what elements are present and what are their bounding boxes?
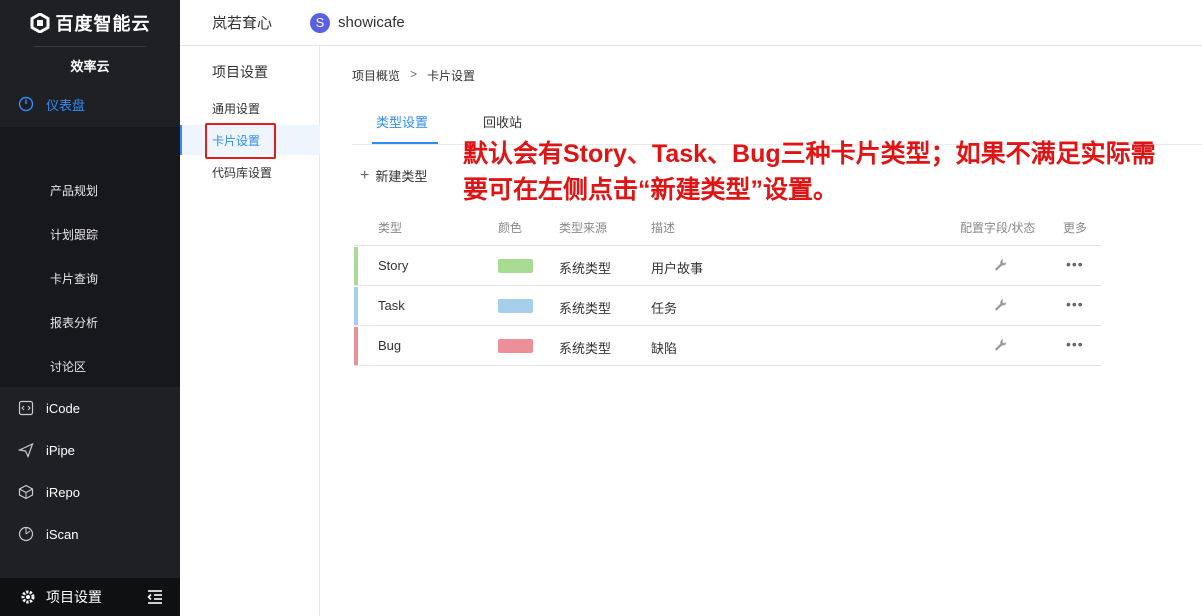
column-header-description: 描述 [651,221,676,235]
logo-text: 百度智能云 [55,14,151,34]
settings-sidebar: 项目设置 通用设置 卡片设置 代码库设置 [180,46,320,616]
nav-item-irepo[interactable]: iRepo [0,471,180,513]
dashboard-icon [18,96,34,112]
wrench-icon[interactable] [994,298,1008,312]
row-color-bar [354,287,358,325]
row-color-bar [354,247,358,285]
breadcrumb-separator: > [410,67,418,81]
wrench-icon[interactable] [994,258,1008,272]
submenu-item-report-analysis[interactable]: 报表分析 [0,300,180,344]
card-type-table: 类型 颜色 类型来源 描述 配置字段/状态 更多 Story 系统类型 用户故事… [354,206,1101,366]
settings-item-repo[interactable]: 代码库设置 [180,157,320,187]
nav-item-icode[interactable]: iCode [0,387,180,429]
table-header: 类型 颜色 类型来源 描述 配置字段/状态 更多 [354,206,1101,246]
cell-type: Story [378,258,409,273]
nav-item-ipipe[interactable]: iPipe [0,429,180,471]
box-icon [18,484,34,500]
nav-item-label: iPipe [46,442,75,458]
project-avatar: S [310,12,331,33]
settings-title: 项目设置 [212,64,268,80]
cell-description: 用户故事 [651,261,704,276]
send-icon [18,442,34,458]
wrench-icon[interactable] [994,338,1008,352]
color-swatch [498,299,533,313]
nav-footer-label: 项目设置 [46,589,102,605]
more-icon[interactable]: ••• [1066,336,1084,352]
cell-source: 系统类型 [559,261,612,276]
tab-type-settings[interactable]: 类型设置 [376,112,428,131]
submenu-item-product-planning[interactable]: 产品规划 [0,168,180,212]
column-header-config: 配置字段/状态 [960,221,1036,235]
nav-item-dashboard[interactable]: 仪表盘 [0,83,180,125]
top-header: 岚若耷心 S showicafe [180,0,1202,46]
color-swatch [498,339,533,353]
project-name[interactable]: showicafe [338,14,405,31]
plus-icon: + [360,167,370,184]
breadcrumb: 项目概览 > 卡片设置 [352,67,475,84]
gear-icon [21,590,35,604]
active-tab-indicator [372,142,438,144]
table-row[interactable]: Task 系统类型 任务 ••• [354,286,1101,326]
baidu-cloud-logo-icon [30,13,49,33]
submenu-item-plan-tracking[interactable]: 计划跟踪 [0,212,180,256]
new-type-button[interactable]: + 新建类型 [360,166,427,185]
column-header-type: 类型 [378,221,403,235]
cell-type: Bug [378,338,402,353]
cell-description: 任务 [651,301,678,316]
table-row[interactable]: Bug 系统类型 缺陷 ••• [354,326,1101,366]
cell-type: Task [378,298,405,313]
new-type-label: 新建类型 [375,169,428,184]
settings-item-card[interactable]: 卡片设置 [180,125,320,155]
more-icon[interactable]: ••• [1066,256,1084,272]
collapse-menu-icon[interactable] [146,589,164,605]
nav-item-label: iCode [46,400,80,416]
nav-item-label: 仪表盘 [46,97,86,113]
main-nav: 百度智能云 效率云 仪表盘 iCafe 产品规划 计划跟踪 卡片查询 报表分析 … [0,0,180,616]
row-color-bar [354,327,358,365]
nav-item-iscan[interactable]: iScan [0,513,180,555]
more-icon[interactable]: ••• [1066,296,1084,312]
scan-icon [18,526,34,542]
column-header-more: 更多 [1063,221,1088,235]
cell-source: 系统类型 [559,341,612,356]
nav-item-label: iRepo [46,484,80,500]
submenu-item-card-query[interactable]: 卡片查询 [0,256,180,300]
nav-item-label: iScan [46,526,79,542]
settings-item-general[interactable]: 通用设置 [180,93,320,123]
tab-recycle-bin[interactable]: 回收站 [483,112,522,131]
nav-footer-project-settings[interactable]: 项目设置 [0,578,180,616]
breadcrumb-current: 卡片设置 [427,69,476,83]
product-name: 效率云 [70,58,110,74]
cell-source: 系统类型 [559,301,612,316]
tutorial-annotation: 默认会有Story、Task、Bug三种卡片类型；如果不满足实际需要可在左侧点击… [463,140,1156,204]
team-name[interactable]: 岚若耷心 [212,12,272,33]
logo[interactable]: 百度智能云 [0,0,180,46]
breadcrumb-root[interactable]: 项目概览 [352,67,400,84]
color-swatch [498,259,533,273]
column-header-color: 颜色 [498,221,523,235]
submenu-item-discussion[interactable]: 讨论区 [0,344,180,388]
column-header-source: 类型来源 [559,221,608,235]
cell-description: 缺陷 [651,341,678,356]
code-icon [18,400,34,416]
table-row[interactable]: Story 系统类型 用户故事 ••• [354,246,1101,286]
